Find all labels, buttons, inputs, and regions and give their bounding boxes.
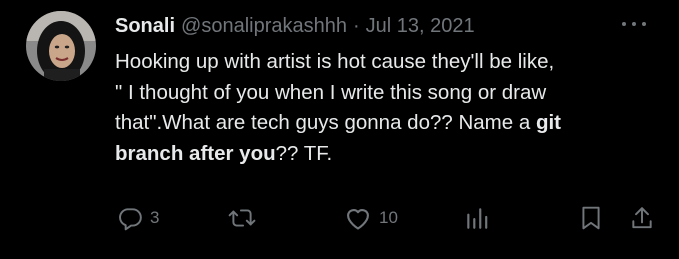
tweet-text-line: ?? TF. (275, 141, 333, 165)
tweet-actions: 3 10 (0, 200, 679, 236)
tweet-header: Sonali @sonaliprakashhh · Jul 13, 2021 (115, 13, 475, 39)
tweet-text-line: Hooking up with artist is hot cause they… (115, 50, 555, 73)
bookmark-button[interactable] (580, 200, 602, 236)
tweet-card[interactable]: Sonali @sonaliprakashhh · Jul 13, 2021 H… (0, 0, 679, 259)
more-dot (642, 22, 646, 26)
like-count: 10 (379, 208, 398, 227)
retweet-button[interactable] (228, 200, 256, 236)
heart-icon (347, 209, 369, 230)
reply-button[interactable]: 3 (117, 200, 159, 236)
tweet-text: Hooking up with artist is hot cause they… (115, 47, 660, 169)
avatar-image (26, 11, 96, 81)
reply-count: 3 (150, 208, 160, 227)
views-button[interactable] (465, 200, 489, 236)
views-icon (467, 208, 488, 229)
tweet-text-line: that".What are tech guys gonna do?? Name… (115, 111, 536, 134)
bookmark-icon (582, 206, 600, 230)
user-handle[interactable]: @sonaliprakashhh (181, 13, 347, 39)
tweet-text-bold: git (535, 111, 561, 134)
separator-dot: · (352, 15, 360, 37)
like-button[interactable]: 10 (344, 200, 398, 236)
timestamp[interactable]: Jul 13, 2021 (366, 13, 475, 39)
tweet-text-line: " I thought of you when I write this son… (115, 80, 547, 104)
more-dot (632, 22, 636, 26)
share-icon (632, 207, 652, 229)
reply-icon (119, 208, 142, 231)
more-dot (622, 22, 626, 26)
share-button[interactable] (630, 200, 654, 236)
avatar[interactable] (26, 11, 96, 81)
more-icon[interactable] (622, 18, 646, 30)
retweet-icon (228, 209, 256, 227)
tweet-text-bold: branch after you (115, 141, 276, 165)
display-name[interactable]: Sonali (115, 13, 175, 39)
